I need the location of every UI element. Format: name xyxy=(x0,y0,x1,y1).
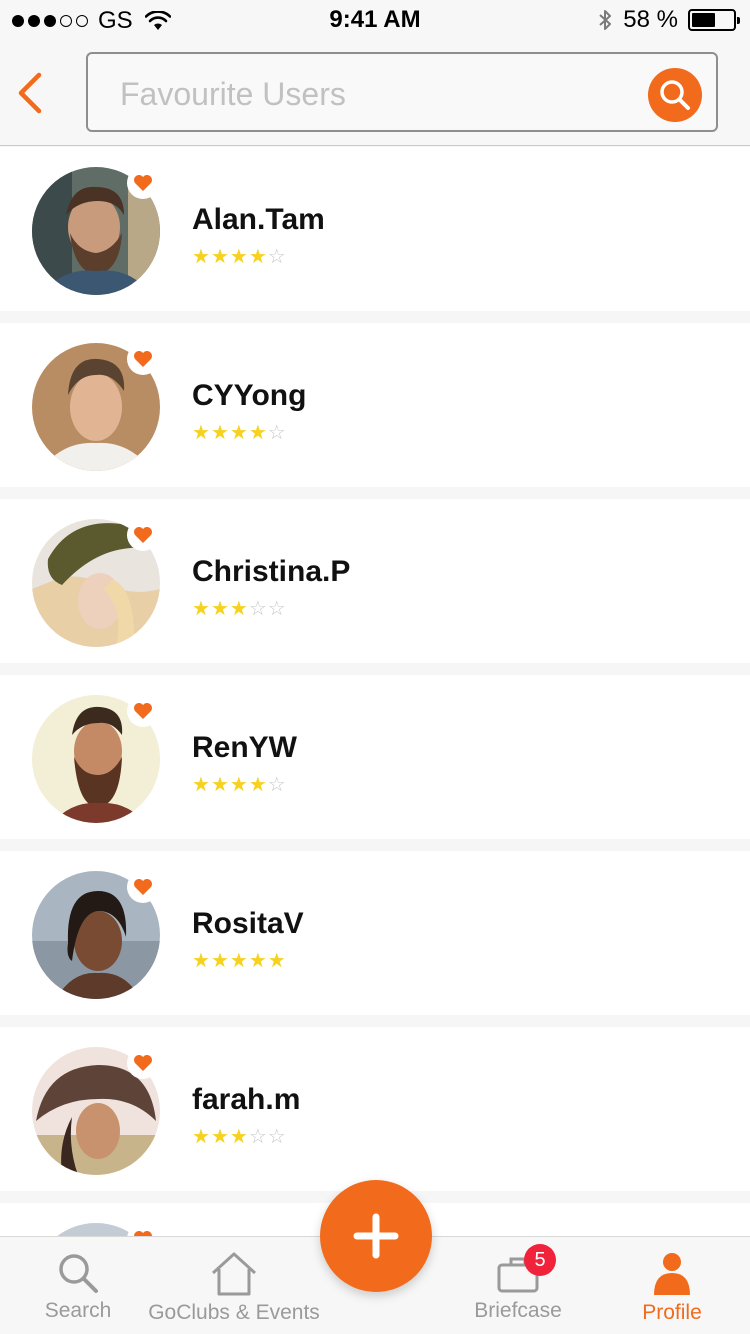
favourite-heart-icon[interactable] xyxy=(127,167,159,199)
star-rating: ★★★☆☆ xyxy=(192,596,287,621)
star-filled-icon: ★ xyxy=(267,950,287,972)
star-filled-icon: ★ xyxy=(210,598,230,620)
star-filled-icon: ★ xyxy=(192,422,211,444)
star-rating: ★★★★☆ xyxy=(192,420,287,445)
star-filled-icon: ★ xyxy=(210,950,230,972)
home-icon xyxy=(211,1252,257,1296)
user-row[interactable]: Christina.P ★★★☆☆ xyxy=(0,499,750,663)
tab-label: GoClubs & Events xyxy=(148,1301,320,1324)
star-empty-icon: ☆ xyxy=(267,774,287,796)
star-empty-icon: ☆ xyxy=(267,422,287,444)
star-filled-icon: ★ xyxy=(210,422,230,444)
star-empty-icon: ☆ xyxy=(248,1126,268,1148)
user-name: farah.m xyxy=(192,1083,301,1116)
star-filled-icon: ★ xyxy=(248,422,268,444)
chevron-left-icon xyxy=(18,72,42,114)
star-filled-icon: ★ xyxy=(229,950,249,972)
star-filled-icon: ★ xyxy=(229,598,249,620)
search-icon xyxy=(660,80,690,110)
briefcase-badge: 5 xyxy=(524,1244,556,1276)
star-empty-icon: ☆ xyxy=(267,246,287,268)
favourite-heart-icon[interactable] xyxy=(127,871,159,903)
user-row[interactable]: CYYong ★★★★☆ xyxy=(0,323,750,487)
tab-goclubs-events[interactable]: GoClubs & Events xyxy=(148,1237,320,1334)
battery-fill xyxy=(692,13,716,27)
star-filled-icon: ★ xyxy=(229,1126,249,1148)
star-filled-icon: ★ xyxy=(229,774,249,796)
bluetooth-icon xyxy=(599,10,612,30)
profile-icon xyxy=(654,1253,690,1295)
tab-profile[interactable]: Profile xyxy=(632,1237,712,1334)
star-filled-icon: ★ xyxy=(248,950,268,972)
tab-label: Briefcase xyxy=(474,1299,562,1322)
battery-percent: 58 % xyxy=(623,6,678,33)
star-empty-icon: ☆ xyxy=(267,1126,287,1148)
star-rating: ★★★★☆ xyxy=(192,772,287,797)
favourite-users-list: Alan.Tam ★★★★☆ CYYong ★★★★☆ Christina.P … xyxy=(0,147,750,1334)
star-filled-icon: ★ xyxy=(229,246,249,268)
add-button[interactable] xyxy=(320,1180,432,1292)
user-row[interactable]: farah.m ★★★☆☆ xyxy=(0,1027,750,1191)
star-filled-icon: ★ xyxy=(192,598,211,620)
tab-label: Search xyxy=(44,1299,112,1322)
user-name: Christina.P xyxy=(192,555,351,588)
status-bar: GS 9:41 AM 58 % xyxy=(0,0,750,40)
tab-search[interactable]: Search xyxy=(38,1237,118,1334)
favourite-heart-icon[interactable] xyxy=(127,695,159,727)
user-row[interactable]: RenYW ★★★★☆ xyxy=(0,675,750,839)
star-filled-icon: ★ xyxy=(192,246,211,268)
star-rating: ★★★★★ xyxy=(192,948,287,973)
star-rating: ★★★☆☆ xyxy=(192,1124,287,1149)
user-name: RositaV xyxy=(192,907,304,940)
user-name: CYYong xyxy=(192,379,307,412)
plus-icon xyxy=(353,1213,399,1259)
favourite-heart-icon[interactable] xyxy=(127,343,159,375)
tab-label: Profile xyxy=(642,1301,702,1324)
favourite-heart-icon[interactable] xyxy=(127,519,159,551)
favourite-heart-icon[interactable] xyxy=(127,1047,159,1079)
screen: GS 9:41 AM 58 % Favourite Users Alan.Tam… xyxy=(0,0,750,1334)
user-row[interactable]: Alan.Tam ★★★★☆ xyxy=(0,147,750,311)
star-filled-icon: ★ xyxy=(210,1126,230,1148)
search-placeholder: Favourite Users xyxy=(120,76,346,112)
star-filled-icon: ★ xyxy=(248,246,268,268)
battery-icon xyxy=(688,9,740,31)
star-rating: ★★★★☆ xyxy=(192,244,287,269)
search-button[interactable] xyxy=(648,68,702,122)
star-filled-icon: ★ xyxy=(192,1126,211,1148)
user-name: RenYW xyxy=(192,731,297,764)
star-filled-icon: ★ xyxy=(210,246,230,268)
back-button[interactable] xyxy=(10,68,50,118)
header: Favourite Users xyxy=(0,40,750,146)
star-filled-icon: ★ xyxy=(192,950,211,972)
star-filled-icon: ★ xyxy=(229,422,249,444)
star-empty-icon: ☆ xyxy=(248,598,268,620)
star-filled-icon: ★ xyxy=(248,774,268,796)
user-row[interactable]: RositaV ★★★★★ xyxy=(0,851,750,1015)
star-filled-icon: ★ xyxy=(192,774,211,796)
search-icon xyxy=(59,1254,98,1293)
user-name: Alan.Tam xyxy=(192,203,325,236)
star-empty-icon: ☆ xyxy=(267,598,287,620)
star-filled-icon: ★ xyxy=(210,774,230,796)
search-input[interactable]: Favourite Users xyxy=(86,52,718,132)
